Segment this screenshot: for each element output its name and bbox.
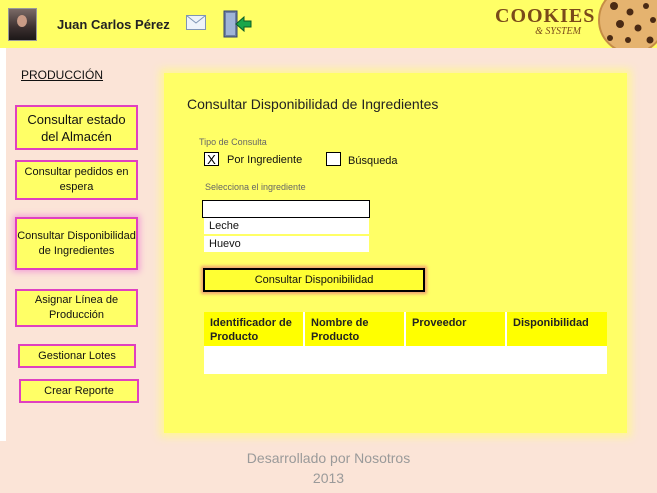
avatar-face [17, 15, 27, 27]
nav-label: Consultar Disponibilidad de Ingredientes [17, 229, 136, 257]
ingredient-option-milk[interactable]: Leche [204, 218, 369, 234]
page-title: Consultar Disponibilidad de Ingredientes [187, 96, 439, 112]
select-ingredient-label: Selecciona el ingrediente [205, 182, 306, 192]
query-type-label: Tipo de Consulta [199, 137, 267, 147]
column-header-product-name[interactable]: Nombre de Producto [305, 312, 406, 346]
footer-credit: Desarrollado por Nosotros [246, 450, 411, 466]
mail-icon[interactable] [186, 15, 206, 35]
left-edge-strip [0, 48, 6, 441]
table-header-row: Identificador de Producto Nombre de Prod… [204, 312, 607, 346]
brand-logo: COOKIES & SYSTEM [495, 5, 596, 42]
logout-icon[interactable] [222, 10, 252, 43]
footer: Desarrollado por Nosotros 2013 [0, 448, 657, 488]
username: Juan Carlos Pérez [57, 17, 170, 32]
footer-year: 2013 [312, 470, 345, 486]
ingredient-input[interactable] [202, 200, 370, 218]
cookie-icon [598, 0, 657, 54]
logo-title: COOKIES [495, 5, 596, 27]
column-header-availability[interactable]: Disponibilidad [507, 312, 607, 346]
section-title: PRODUCCIÓN [21, 68, 104, 82]
nav-manage-lots-button[interactable]: Gestionar Lotes [18, 344, 136, 368]
search-option-label: Búsqueda [348, 155, 398, 167]
nav-label: Crear Reporte [44, 385, 114, 397]
ingredient-option-egg[interactable]: Huevo [204, 236, 369, 252]
availability-table: Identificador de Producto Nombre de Prod… [204, 312, 607, 376]
by-ingredient-checkbox[interactable]: X [204, 152, 219, 167]
top-header: Juan Carlos Pérez COOKIES & SYSTEM [0, 0, 657, 54]
nav-label: Asignar Línea de Producción [34, 294, 119, 321]
nav-assign-production-line-button[interactable]: Asignar Línea de Producción [15, 289, 138, 327]
logo-subtitle: & SYSTEM [535, 26, 581, 37]
table-body [204, 346, 607, 374]
nav-ingredient-availability-button[interactable]: Consultar Disponibilidad de Ingredientes [15, 217, 138, 270]
nav-pending-orders-button[interactable]: Consultar pedidos en espera [15, 160, 138, 200]
by-ingredient-label: Por Ingrediente [227, 154, 303, 166]
main-panel: Consultar Disponibilidad de Ingredientes… [164, 73, 627, 433]
column-header-supplier[interactable]: Proveedor [406, 312, 507, 346]
nav-label: Consultar estado del Almacén [27, 111, 126, 144]
nav-create-report-button[interactable]: Crear Reporte [19, 379, 139, 403]
check-availability-button[interactable]: Consultar Disponibilidad [203, 268, 425, 292]
nav-warehouse-status-button[interactable]: Consultar estado del Almacén [15, 105, 138, 150]
nav-label: Gestionar Lotes [38, 350, 116, 362]
user-avatar[interactable] [8, 8, 37, 41]
nav-label: Consultar pedidos en espera [24, 166, 129, 193]
column-header-product-id[interactable]: Identificador de Producto [204, 312, 305, 346]
search-checkbox[interactable] [326, 152, 341, 166]
